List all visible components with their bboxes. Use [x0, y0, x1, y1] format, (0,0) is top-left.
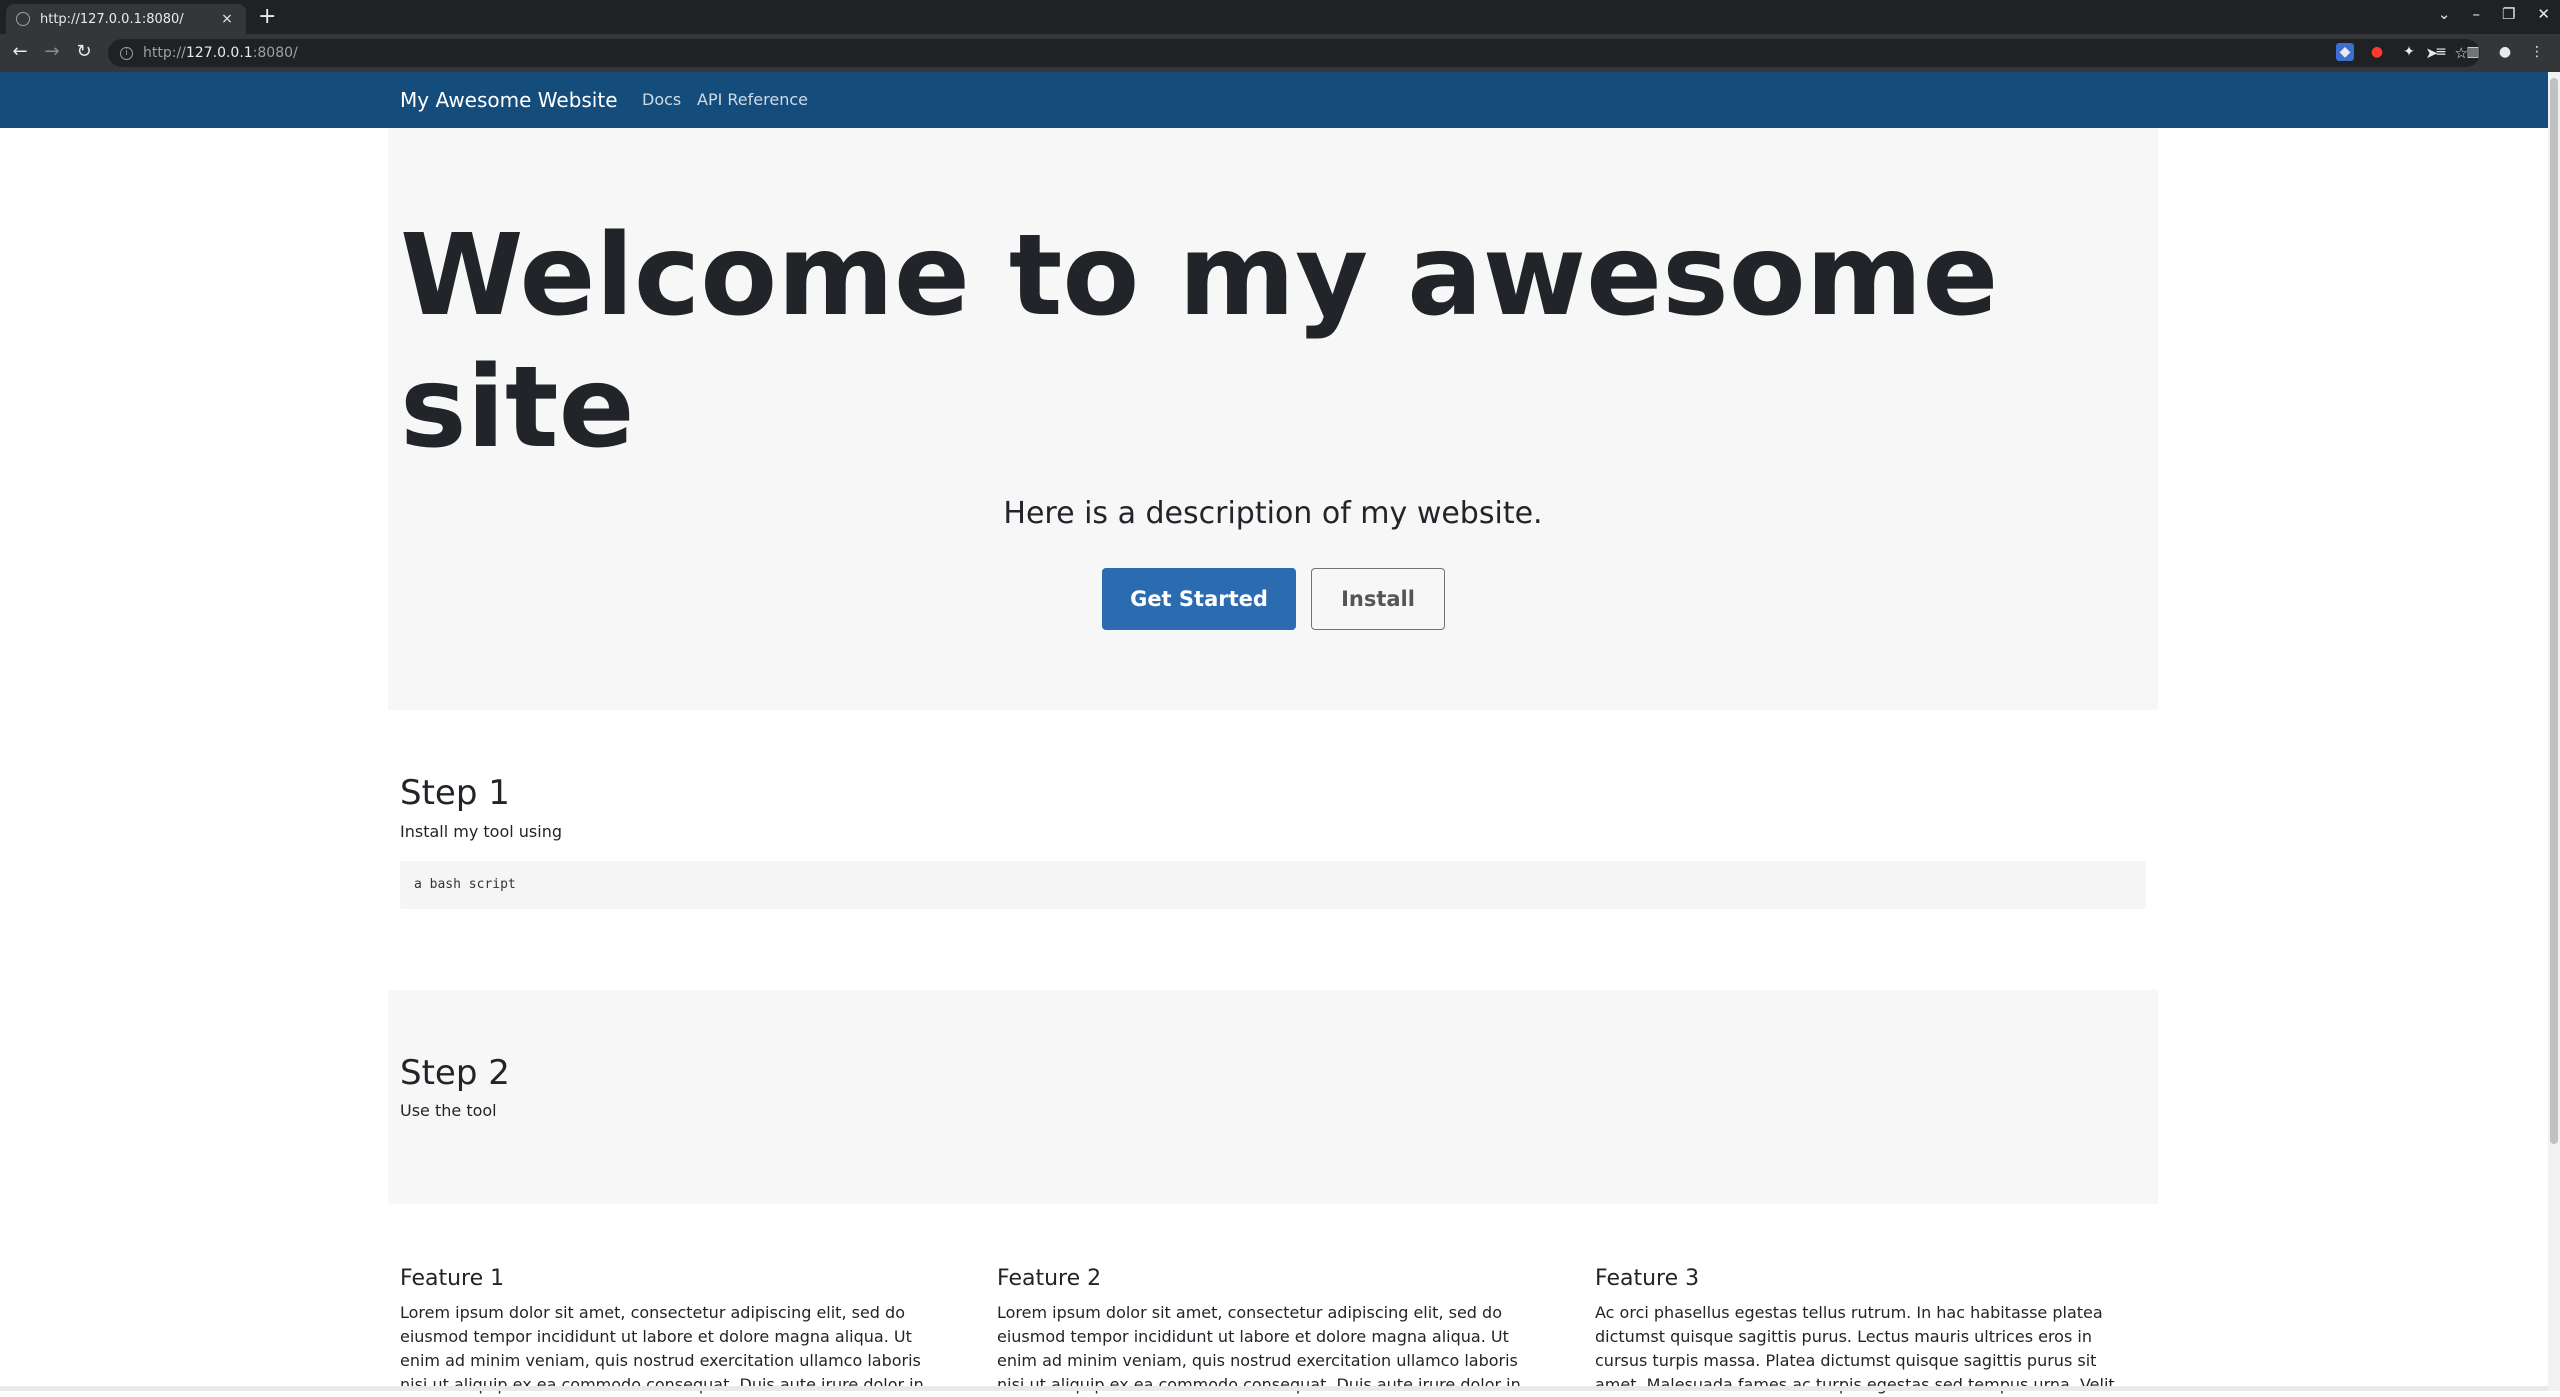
nav-link-api-reference[interactable]: API Reference — [697, 90, 808, 109]
browser-toolbar: ← → ↻ i http://127.0.0.1:8080/ ➤ ☆ ◆ ● ✦… — [0, 34, 2560, 73]
minimize-icon[interactable]: – — [2472, 5, 2480, 23]
browser-tab-strip: http://127.0.0.1:8080/ × + ⌄ – ❐ ✕ — [0, 0, 2560, 34]
hero-section: Welcome to my awesome site Here is a des… — [388, 128, 2158, 710]
browser-tab[interactable]: http://127.0.0.1:8080/ × — [6, 4, 246, 34]
feature-text: Ac orci phasellus egestas tellus rutrum.… — [1595, 1303, 2115, 1394]
feature-title: Feature 2 — [997, 1266, 1102, 1291]
step1-code-block: a bash script — [400, 861, 2146, 909]
feature-card: Feature 2 Lorem ipsum dolor sit amet, co… — [997, 1266, 1537, 1397]
reload-icon[interactable]: ↻ — [72, 41, 96, 62]
extensions-puzzle-icon[interactable]: ✦ — [2400, 43, 2418, 61]
site-navbar: My Awesome Website Docs API Reference — [0, 72, 2548, 128]
tab-search-icon[interactable]: ⌄ — [2438, 5, 2451, 23]
hero-title: Welcome to my awesome site — [400, 211, 1999, 473]
feature-card: Feature 3 Ac orci phasellus egestas tell… — [1595, 1266, 2135, 1397]
scrollbar-thumb[interactable] — [2550, 78, 2558, 1144]
back-icon[interactable]: ← — [8, 41, 32, 62]
feature-title: Feature 1 — [400, 1266, 505, 1291]
profile-icon[interactable]: ● — [2496, 43, 2514, 61]
window-close-icon[interactable]: ✕ — [2537, 5, 2550, 23]
forward-icon[interactable]: → — [40, 41, 64, 62]
address-bar[interactable]: i http://127.0.0.1:8080/ ➤ ☆ — [108, 39, 2480, 67]
site-info-icon[interactable]: i — [120, 46, 133, 60]
feature-text: Lorem ipsum dolor sit amet, consectetur … — [400, 1303, 924, 1394]
step2-title: Step 2 — [400, 1053, 510, 1093]
new-tab-icon[interactable]: + — [258, 6, 276, 28]
reading-list-icon[interactable]: ≡ — [2432, 43, 2450, 61]
extension-shield-icon[interactable]: ◆ — [2336, 43, 2354, 61]
viewport-bottom-edge — [0, 1386, 2548, 1391]
feature-card: Feature 1 Lorem ipsum dolor sit amet, co… — [400, 1266, 940, 1397]
globe-icon — [16, 12, 30, 26]
kebab-menu-icon[interactable]: ⋮ — [2528, 43, 2546, 61]
nav-link-docs[interactable]: Docs — [642, 90, 681, 109]
tab-title: http://127.0.0.1:8080/ — [40, 11, 184, 27]
feature-title: Feature 3 — [1595, 1266, 1700, 1291]
side-panel-icon[interactable]: ▥ — [2464, 43, 2482, 61]
step1-text: Install my tool using — [400, 822, 562, 841]
step1-title: Step 1 — [400, 773, 510, 813]
close-tab-icon[interactable]: × — [218, 11, 236, 27]
install-button[interactable]: Install — [1311, 568, 1445, 630]
page-scrollbar[interactable] — [2548, 72, 2560, 1391]
brand-link[interactable]: My Awesome Website — [400, 88, 618, 112]
hero-description: Here is a description of my website. — [1003, 496, 1543, 531]
ublock-icon[interactable]: ● — [2368, 43, 2386, 61]
step2-text: Use the tool — [400, 1101, 497, 1120]
window-controls: ⌄ – ❐ ✕ — [2438, 5, 2550, 23]
step2-section — [388, 990, 2158, 1204]
get-started-button[interactable]: Get Started — [1102, 568, 1296, 630]
feature-text: Lorem ipsum dolor sit amet, consectetur … — [997, 1303, 1521, 1394]
url-text[interactable]: http://127.0.0.1:8080/ — [143, 45, 298, 61]
restore-icon[interactable]: ❐ — [2502, 5, 2515, 23]
